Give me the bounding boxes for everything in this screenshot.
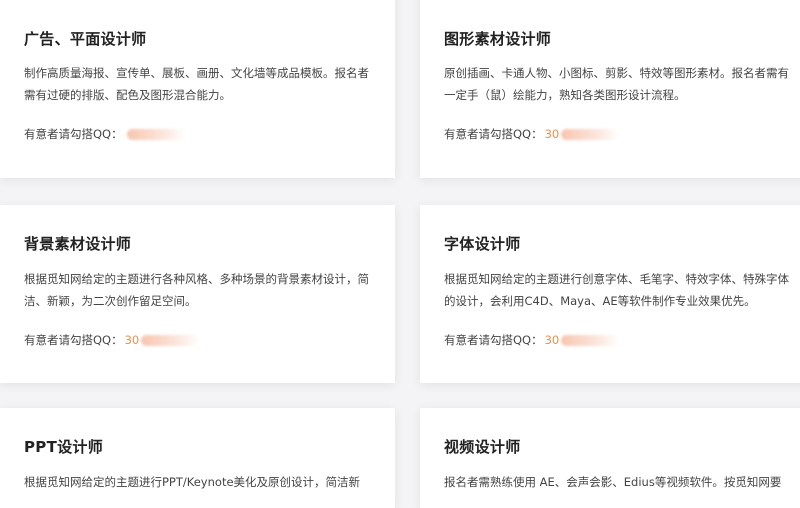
job-card-font-designer: 字体设计师 根据觅知网给定的主题进行创意字体、毛笔字、特效字体、特殊字体的设计，… — [420, 205, 800, 383]
qq-number: 30 — [544, 127, 560, 141]
qq-number: 30 — [124, 333, 140, 347]
card-description: 报名者需熟练使用 AE、会声会影、Edius等视频软件。按觅知网要 — [444, 475, 782, 489]
card-title: 字体设计师 — [444, 235, 521, 253]
card-contact: 有意者请勾搭QQ： 30 — [24, 332, 200, 348]
card-description: 制作高质量海报、宣传单、展板、画册、文化墙等成品模板。报名者需有过硬的排版、配色… — [24, 66, 369, 102]
contact-label: 有意者请勾搭QQ： — [24, 333, 123, 347]
redacted-qq — [561, 129, 620, 140]
card-title: 广告、平面设计师 — [24, 30, 147, 48]
card-description: 根据觅知网给定的主题进行创意字体、毛笔字、特效字体、特殊字体的设计，会利用C4D… — [444, 272, 789, 308]
card-description: 根据觅知网给定的主题进行各种风格、多种场景的背景素材设计，简洁、新颖，为二次创作… — [24, 272, 369, 308]
card-description: 根据觅知网给定的主题进行PPT/Keynote美化及原创设计，简洁新 — [24, 475, 361, 489]
card-contact: 有意者请勾搭QQ： — [24, 126, 185, 142]
contact-label: 有意者请勾搭QQ： — [444, 127, 543, 141]
job-card-graphic-designer: 图形素材设计师 原创插画、卡通人物、小图标、剪影、特效等图形素材。报名者需有一定… — [420, 0, 800, 178]
job-card-ppt-designer: PPT设计师 根据觅知网给定的主题进行PPT/Keynote美化及原创设计，简洁… — [0, 408, 395, 508]
redacted-qq — [141, 335, 200, 346]
redacted-qq — [561, 335, 620, 346]
redacted-qq — [126, 129, 185, 140]
card-description: 原创插画、卡通人物、小图标、剪影、特效等图形素材。报名者需有一定手（鼠）绘能力，… — [444, 66, 789, 102]
job-card-background-designer: 背景素材设计师 根据觅知网给定的主题进行各种风格、多种场景的背景素材设计，简洁、… — [0, 205, 395, 383]
contact-label: 有意者请勾搭QQ： — [444, 333, 543, 347]
job-card-ad-designer: 广告、平面设计师 制作高质量海报、宣传单、展板、画册、文化墙等成品模板。报名者需… — [0, 0, 395, 178]
qq-number: 30 — [544, 333, 560, 347]
contact-label: 有意者请勾搭QQ： — [24, 127, 123, 141]
card-contact: 有意者请勾搭QQ： 30 — [444, 332, 620, 348]
card-contact: 有意者请勾搭QQ： 30 — [444, 126, 620, 142]
card-title: 视频设计师 — [444, 438, 521, 456]
card-title: 背景素材设计师 — [24, 235, 132, 253]
job-card-video-designer: 视频设计师 报名者需熟练使用 AE、会声会影、Edius等视频软件。按觅知网要 — [420, 408, 800, 508]
card-title: 图形素材设计师 — [444, 30, 552, 48]
card-title: PPT设计师 — [24, 438, 104, 456]
